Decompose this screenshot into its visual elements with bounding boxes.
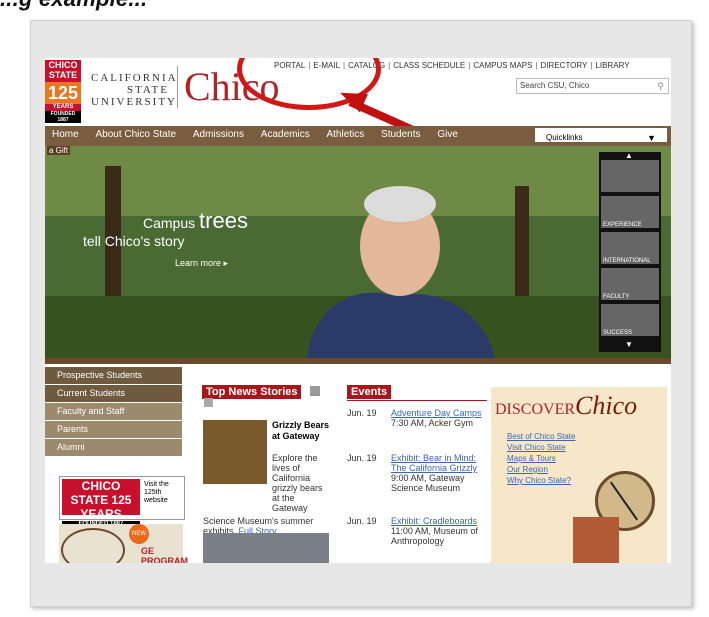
topnav-library[interactable]: LIBRARY (592, 61, 632, 70)
discover-links: Best of Chico State Visit Chico State Ma… (507, 431, 575, 486)
nav-about[interactable]: About Chico State (88, 126, 183, 140)
discover-link[interactable]: Why Chico State? (507, 475, 575, 486)
event-date: Jun. 19 (347, 453, 377, 463)
csu-wordmark: CALIFORNIA STATE UNIVERSITY (91, 72, 178, 108)
nav-athletics[interactable]: Athletics (319, 126, 371, 140)
promo-125-badge: CHICO STATE 125 YEARS FOUNDED 1887 (62, 479, 140, 528)
logo-badge: CHICO STATE (48, 60, 78, 80)
search-placeholder: Search CSU, Chico (520, 81, 590, 90)
audience-prospective[interactable]: Prospective Students (45, 367, 182, 385)
audience-current[interactable]: Current Students (45, 385, 182, 403)
main-nav: Home About Chico State Admissions Academ… (45, 126, 671, 146)
thumb-experience[interactable]: EXPERIENCE (601, 196, 659, 228)
quicklinks-select[interactable]: Quicklinks ▼ (535, 128, 667, 143)
csu-line-1: CALIFORNIA (91, 72, 178, 84)
promo-125-badge-text: CHICO STATE 125 YEARS (70, 479, 132, 521)
news-body: Explore the lives of California grizzly … (272, 453, 323, 513)
bottom-rule (45, 563, 671, 566)
discover-link[interactable]: Best of Chico State (507, 431, 575, 442)
event-detail: 9:00 AM, Gateway Science Museum (391, 473, 465, 493)
logo-founded: FOUNDED 1887 (45, 111, 81, 123)
compass-icon (61, 528, 125, 566)
discover-chico-script: Chico (575, 391, 638, 420)
thumb-label: EXPERIENCE (603, 222, 642, 228)
discover-link[interactable]: Maps & Tours (507, 453, 575, 464)
hero-learn-more-link[interactable]: Learn more ▸ (175, 254, 248, 272)
news-title[interactable]: Grizzly Bears at Gateway (272, 420, 332, 442)
news-photo-bear[interactable] (203, 420, 267, 484)
search-icon[interactable]: ⚲ (657, 79, 664, 93)
event-link[interactable]: Adventure Day Camps (391, 408, 487, 418)
thumb-label: FACULTY (603, 294, 630, 300)
thumb-international[interactable]: INTERNATIONAL (601, 232, 659, 264)
audience-alumni[interactable]: Alumni (45, 439, 182, 457)
chevron-down-icon[interactable]: ▼ (625, 340, 633, 349)
ge-program-banner[interactable]: NEW GE PROGRAM (59, 524, 188, 566)
discover-title: DISCOVERChico (495, 391, 637, 421)
audience-nav: Prospective Students Current Students Fa… (45, 367, 182, 457)
events-rule (347, 400, 487, 401)
news-heading: Top News Stories (202, 385, 302, 399)
nav-home[interactable]: Home (45, 126, 86, 140)
rss-icon[interactable] (310, 386, 320, 396)
event-date: Jun. 19 (347, 408, 377, 418)
thumb-label: SUCCESS (603, 330, 633, 336)
discover-link[interactable]: Visit Chico State (507, 442, 575, 453)
hero-campus: Campus (143, 215, 196, 231)
browser-page: CHICO STATE 125 YEARS FOUNDED 1887 CALIF… (45, 58, 671, 566)
csu-line-2: STATE (126, 84, 169, 96)
chevron-down-icon: ▼ (647, 133, 656, 143)
event-detail: 7:30 AM, Acker Gym (391, 418, 474, 428)
audience-parents[interactable]: Parents (45, 421, 182, 439)
event-link[interactable]: Exhibit: Bear in Mind: The California Gr… (391, 453, 487, 473)
topnav-class-schedule[interactable]: CLASS SCHEDULE (390, 61, 468, 70)
thumb-success[interactable]: SUCCESS (601, 304, 659, 336)
nav-academics[interactable]: Academics (254, 126, 317, 140)
thumb-faculty[interactable]: FACULTY (601, 268, 659, 300)
bell-tower-image (573, 517, 619, 566)
discover-link[interactable]: Our Region (507, 464, 575, 475)
discover-word: DISCOVER (495, 401, 576, 418)
thumb-label: INTERNATIONAL (603, 258, 651, 264)
facebook-icon[interactable] (204, 398, 213, 407)
promo-125-cta: Visit the 125th website (144, 481, 169, 504)
event-detail: 11:00 AM, Museum of Anthropology (391, 526, 478, 546)
logo-years: YEARS (52, 104, 74, 110)
audience-faculty[interactable]: Faculty and Staff (45, 403, 182, 421)
promo-125-banner[interactable]: CHICO STATE 125 YEARS FOUNDED 1887 Visit… (59, 476, 185, 528)
hero-thumbnail-rail: ▲ EXPERIENCE INTERNATIONAL FACULTY SUCCE… (599, 151, 661, 352)
nav-give[interactable]: Give (430, 126, 465, 140)
discover-chico-panel: DISCOVERChico Best of Chico State Visit … (491, 387, 667, 566)
thumb-1[interactable] (601, 160, 659, 192)
chevron-up-icon[interactable]: ▲ (625, 151, 633, 160)
logo-number: 125 (45, 82, 81, 104)
page-caption: ...g example... (0, 0, 147, 12)
quicklinks-label: Quicklinks (546, 133, 583, 142)
event-link[interactable]: Exhibit: Cradleboards (391, 516, 487, 526)
event-date: Jun. 19 (347, 516, 377, 526)
new-badge: NEW (129, 524, 149, 544)
hero-line2: tell Chico's story (83, 233, 185, 249)
nav-students[interactable]: Students (374, 126, 427, 140)
hero-headline: Campus trees tell Chico's story Learn mo… (83, 210, 248, 272)
topnav-directory[interactable]: DIRECTORY (538, 61, 591, 70)
nav-give-gift[interactable]: a Gift (47, 146, 71, 155)
events-heading: Events (347, 385, 392, 399)
csu-line-3: UNIVERSITY (91, 96, 177, 108)
topnav-campus-maps[interactable]: CAMPUS MAPS (470, 61, 535, 70)
chico-125-logo[interactable]: CHICO STATE 125 YEARS FOUNDED 1887 (45, 60, 81, 123)
hero-trees: trees (199, 208, 248, 233)
news-photo-building[interactable] (203, 533, 329, 566)
hero-banner[interactable]: Campus trees tell Chico's story Learn mo… (45, 146, 671, 358)
nav-admissions[interactable]: Admissions (186, 126, 251, 140)
search-input[interactable]: Search CSU, Chico ⚲ (516, 78, 669, 94)
divider-strip (45, 358, 671, 364)
